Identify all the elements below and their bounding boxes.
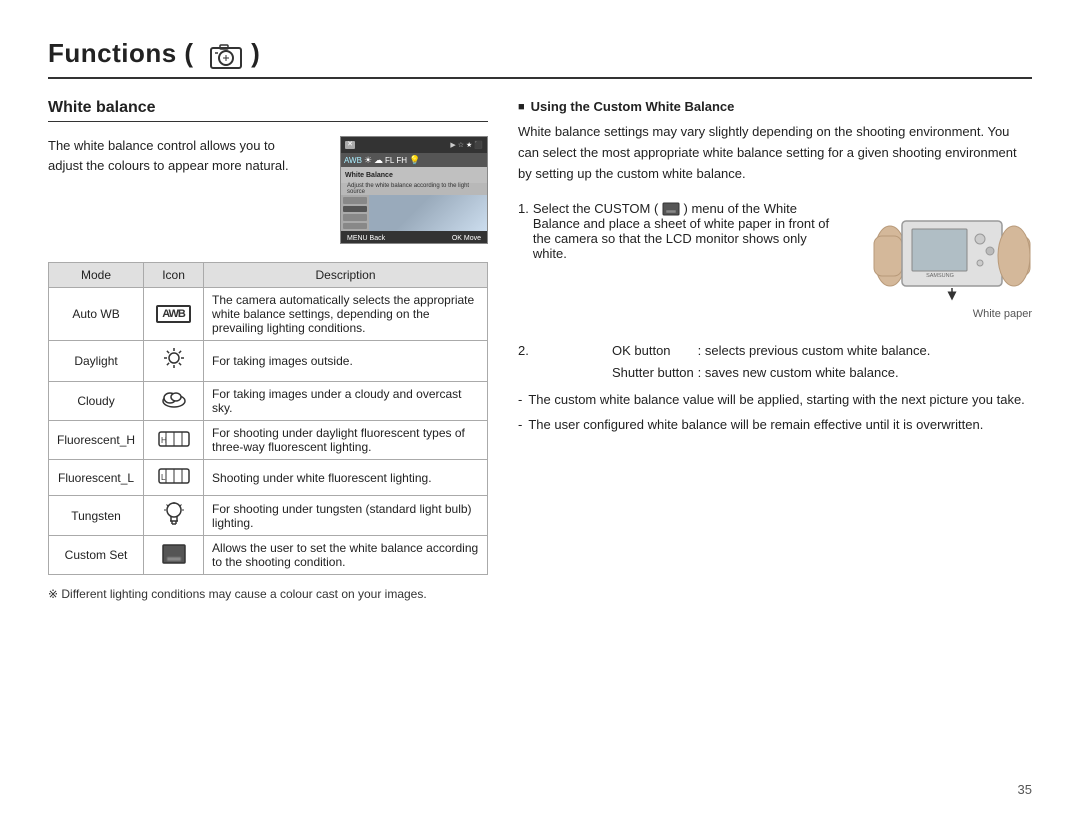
icon-cell xyxy=(144,536,204,575)
white-balance-table: Mode Icon Description Auto WB AWB The ca… xyxy=(48,262,488,575)
cloud-icon xyxy=(160,388,188,414)
fluor-l-icon: L xyxy=(158,476,190,490)
bullet-item-2: - The user configured white balance will… xyxy=(518,415,1032,436)
bullet-text-1: The custom white balance value will be a… xyxy=(528,390,1024,411)
shutter-desc: : saves new custom white balance. xyxy=(698,362,1032,384)
tungsten-icon xyxy=(163,516,185,530)
mode-cell: Tungsten xyxy=(49,496,144,536)
page-number: 35 xyxy=(1018,782,1032,797)
desc-cell: For taking images under a cloudy and ove… xyxy=(204,382,488,421)
fluor-h-icon: H xyxy=(158,439,190,453)
bullet-list: - The custom white balance value will be… xyxy=(518,390,1032,436)
bullet-text-2: The user configured white balance will b… xyxy=(528,415,983,436)
svg-text:L: L xyxy=(161,473,166,482)
desc-cell: Shooting under white fluorescent lightin… xyxy=(204,460,488,496)
table-row: Fluorescent_L L xyxy=(49,460,488,496)
table-header-icon: Icon xyxy=(144,263,204,288)
content-area: White balance The white balance control … xyxy=(48,99,1032,601)
page-header: Functions ( ) xyxy=(48,38,1032,79)
awb-icon: AWB xyxy=(156,305,191,323)
step2-label: 2. xyxy=(518,340,608,362)
right-column: Using the Custom White Balance White bal… xyxy=(518,99,1032,601)
bullet-item-1: - The custom white balance value will be… xyxy=(518,390,1032,411)
table-row: Custom Set Allows the user to set the wh… xyxy=(49,536,488,575)
page: Functions ( ) White balance xyxy=(0,0,1080,815)
svg-text:SAMSUNG: SAMSUNG xyxy=(926,273,954,279)
bullet-dash-1: - xyxy=(518,390,522,411)
mode-cell: Auto WB xyxy=(49,288,144,341)
mode-cell: Fluorescent_H xyxy=(49,421,144,460)
intro-text: The white balance control allows you toa… xyxy=(48,136,326,175)
icon-cell xyxy=(144,341,204,382)
custom-symbol-icon xyxy=(662,202,680,216)
left-column: White balance The white balance control … xyxy=(48,99,488,601)
screen-mockup: ✕ ▶ ☆ ★ ⬛ AWB ☀ ☁ FL FH xyxy=(340,136,488,244)
table-row: Tungsten xyxy=(49,496,488,536)
white-paper-label: White paper xyxy=(872,308,1032,320)
step1-number: 1. xyxy=(518,201,529,262)
step1-content: Select the CUSTOM ( ) menu of the White … xyxy=(533,201,840,262)
desc-cell: The camera automatically selects the app… xyxy=(204,288,488,341)
icon-cell: L xyxy=(144,460,204,496)
icon-cell xyxy=(144,382,204,421)
desc-cell: Allows the user to set the white balance… xyxy=(204,536,488,575)
ok-button-label: OK button xyxy=(612,340,694,362)
table-row: Fluorescent_H H xyxy=(49,421,488,460)
shutter-label: Shutter button xyxy=(612,362,694,384)
mode-cell: Cloudy xyxy=(49,382,144,421)
ok-button-desc: : selects previous custom white balance. xyxy=(698,340,1032,362)
step1-text-block: 1. Select the CUSTOM ( ) menu of the Whi… xyxy=(518,201,840,330)
table-row: Auto WB AWB The camera automatically sel… xyxy=(49,288,488,341)
icon-cell: H xyxy=(144,421,204,460)
table-row: Daylight xyxy=(49,341,488,382)
camera-diagram: SAMSUNG xyxy=(872,201,1032,320)
bullet-dash-2: - xyxy=(518,415,522,436)
step2-block: 2. OK button : selects previous custom w… xyxy=(518,340,1032,384)
mode-cell: Custom Set xyxy=(49,536,144,575)
table-row: Cloudy For taking images under a cloudy … xyxy=(49,382,488,421)
desc-cell: For taking images outside. xyxy=(204,341,488,382)
svg-text:H: H xyxy=(161,436,167,445)
table-header-mode: Mode xyxy=(49,263,144,288)
table-header-desc: Description xyxy=(204,263,488,288)
desc-cell: For shooting under tungsten (standard li… xyxy=(204,496,488,536)
footnote: ※ Different lighting conditions may caus… xyxy=(48,587,488,601)
icon-cell: AWB xyxy=(144,288,204,341)
icon-cell xyxy=(144,496,204,536)
camera-hands-svg: SAMSUNG xyxy=(872,201,1032,301)
section-title: White balance xyxy=(48,99,488,122)
camera-icon xyxy=(209,41,243,71)
right-intro-text: White balance settings may vary slightly… xyxy=(518,122,1032,184)
camera-with-hands: SAMSUNG xyxy=(872,201,1032,304)
mode-cell: Fluorescent_L xyxy=(49,460,144,496)
step1-block: 1. Select the CUSTOM ( ) menu of the Whi… xyxy=(518,201,1032,330)
custom-icon xyxy=(161,554,187,568)
page-title: Functions ( ) xyxy=(48,38,260,71)
desc-cell: For shooting under daylight fluorescent … xyxy=(204,421,488,460)
ok-shutter-grid: 2. OK button : selects previous custom w… xyxy=(518,340,1032,384)
sun-icon xyxy=(162,346,186,376)
using-custom-wb-title: Using the Custom White Balance xyxy=(518,99,1032,114)
mode-cell: Daylight xyxy=(49,341,144,382)
intro-block: The white balance control allows you toa… xyxy=(48,136,488,244)
step-1: 1. Select the CUSTOM ( ) menu of the Whi… xyxy=(518,201,840,262)
